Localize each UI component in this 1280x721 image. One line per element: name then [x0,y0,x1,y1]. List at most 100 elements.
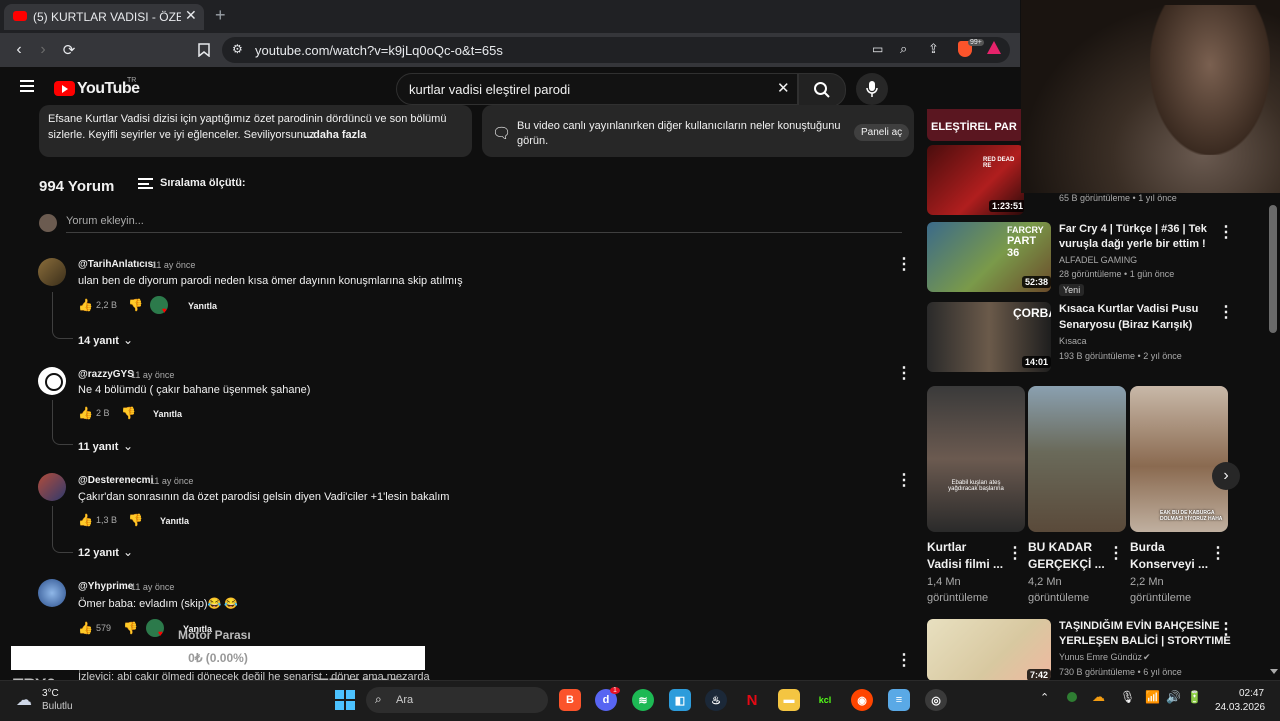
more-options-icon[interactable]: ⋮ [1218,222,1234,242]
video-thumbnail[interactable]: FARCRY PART 36 52:38 [927,222,1051,292]
reload-icon[interactable]: ⟳ [60,40,78,60]
site-settings-icon[interactable]: ⚙ [232,42,243,56]
dislike-icon[interactable]: 👎 [128,298,143,312]
short-title[interactable]: BU KADAR [1028,539,1092,556]
short-thumbnail[interactable]: EAK BU DE KABURGA DOLMASI YİYORUZ HAHA [1130,386,1228,532]
video-title-line-2[interactable]: YERLEŞEN BALİCİ | STORYTIME [1059,634,1231,649]
clock-date[interactable]: 24.03.2026 [1215,702,1265,713]
weather-cloud-icon[interactable]: ☁ [16,690,32,710]
video-title-line-2[interactable]: Senaryosu (Biraz Karışık) [1059,318,1192,333]
video-thumbnail[interactable]: 7:42 [927,619,1051,681]
brave-browser-icon[interactable]: B [559,689,581,711]
wifi-icon[interactable]: 📶 [1145,690,1160,704]
more-options-icon[interactable]: ⋮ [896,470,912,490]
video-channel[interactable]: ALFADEL GAMING [1059,255,1137,265]
description-box[interactable]: Efsane Kurtlar Vadisi dizisi için yaptığ… [39,105,472,157]
share-icon[interactable]: ⇪ [928,41,939,57]
comment-time[interactable]: 11 ay önce [131,370,174,380]
cast-icon[interactable]: ▭ [872,42,883,56]
comment-time[interactable]: 11 ay önce [152,260,195,270]
more-options-icon[interactable]: ⋮ [1218,619,1234,639]
comment-time[interactable]: 11 ay önce [150,476,193,486]
more-options-icon[interactable]: ⋮ [1210,543,1226,563]
tray-mic-icon[interactable]: 🎙 [1120,690,1135,704]
comment-avatar[interactable] [38,579,66,607]
steam-icon[interactable]: ♨ [705,689,727,711]
like-icon[interactable]: 👍 [78,513,93,527]
short-thumbnail[interactable]: Ebabil kuşları ateş yağdıracak başlarına [927,386,1025,532]
file-explorer-icon[interactable]: ▬ [778,689,800,711]
sort-button[interactable]: Sıralama ölçütü: [160,177,246,189]
open-panel-button[interactable]: Paneli aç [854,124,910,141]
tray-app-icon[interactable] [1067,692,1077,702]
shorts-next-button[interactable]: › [1212,462,1240,490]
video-title[interactable]: Kısaca Kurtlar Vadisi Pusu [1059,302,1198,317]
more-options-icon[interactable]: ⋮ [1218,302,1234,322]
app-icon[interactable]: ◧ [669,689,691,711]
search-input[interactable]: kurtlar vadisi eleştirel parodi ✕ [396,73,798,105]
video-thumbnail[interactable]: RED DEAD RE 1:23:51 [927,145,1024,215]
comment-author[interactable]: @TarihAnlatıcısı [78,259,156,270]
more-options-icon[interactable]: ⋮ [1108,543,1124,563]
start-button[interactable] [335,690,355,710]
comment-avatar[interactable] [38,258,66,286]
short-title[interactable]: Kurtlar [927,539,966,556]
reddit-icon[interactable]: ◉ [851,689,873,711]
weather-temp[interactable]: 3°C [42,688,59,699]
spotify-icon[interactable]: ≋ [632,689,654,711]
short-thumbnail[interactable] [1028,386,1126,532]
tray-overflow-icon[interactable]: ⌃ [1040,691,1049,704]
tray-cloud-icon[interactable]: ☁ [1092,689,1105,705]
search-button[interactable] [798,73,846,107]
tab-close-icon[interactable]: ✕ [185,7,197,24]
short-title-line-2[interactable]: Konserveyi ... [1130,556,1208,573]
video-thumbnail[interactable]: ELEŞTİREL PAR [927,109,1024,141]
battery-icon[interactable]: 🔋 [1187,690,1202,704]
video-channel[interactable]: Kısaca [1059,336,1087,346]
volume-icon[interactable]: 🔊 [1166,690,1181,704]
video-channel[interactable]: Yunus Emre Gündüz [1059,652,1142,662]
comment-author[interactable]: @Desterenecmi [78,475,153,486]
page-scrollbar[interactable] [1269,205,1277,333]
reply-button[interactable]: Yanıtla [153,409,182,419]
notepad-icon[interactable]: ≡ [888,689,910,711]
comment-author[interactable]: @Yhyprime [78,581,133,592]
new-tab-button[interactable]: + [215,5,226,26]
reply-button[interactable]: Yanıtla [188,301,217,311]
address-bar[interactable]: ⚙ youtube.com/watch?v=k9jLq0oQc-o&t=65s … [222,37,1010,63]
video-thumbnail[interactable]: ÇORBA 14:01 [927,302,1051,372]
replies-toggle[interactable]: 14 yanıt [78,335,119,347]
video-title[interactable]: Far Cry 4 | Türkçe | #36 | Tek [1059,222,1207,237]
short-title-line-2[interactable]: GERÇEKÇİ ... [1028,556,1105,573]
more-options-icon[interactable]: ⋮ [1007,543,1023,563]
back-icon[interactable]: ‹ [10,40,28,60]
obs-icon[interactable]: ◎ [925,689,947,711]
replies-toggle[interactable]: 11 yanıt [78,441,118,453]
description-more-link[interactable]: ...daha fazla [304,129,366,141]
browser-tab[interactable]: (5) KURTLAR VADISI - ÖZET PARO ✕ [4,4,204,30]
add-comment-input[interactable]: Yorum ekleyin... [66,215,144,227]
taskbar-search[interactable]: ⌕ Ara [366,687,548,713]
chevron-down-icon[interactable]: ⌄ [123,333,133,347]
clear-search-icon[interactable]: ✕ [777,79,790,97]
short-title[interactable]: Burda [1130,539,1165,556]
like-icon[interactable]: 👍 [78,298,93,312]
netflix-icon[interactable]: N [741,689,763,711]
more-options-icon[interactable]: ⋮ [896,254,912,274]
video-title-line-2[interactable]: vuruşla dağı yerle bir ettim ! [1059,237,1206,252]
clock-time[interactable]: 02:47 [1239,688,1264,699]
voice-search-button[interactable] [856,73,888,105]
kick-icon[interactable]: kcl [814,689,836,711]
zoom-icon[interactable]: ⌕ [900,41,907,57]
chevron-down-icon[interactable]: ⌄ [123,545,133,559]
short-title-line-2[interactable]: Vadisi filmi ... [927,556,1003,573]
dislike-icon[interactable]: 👎 [128,513,143,527]
comment-author[interactable]: @razzyGYS [78,369,134,380]
comment-time[interactable]: 11 ay önce [131,582,174,592]
like-icon[interactable]: 👍 [78,406,93,420]
brave-rewards-icon[interactable] [987,41,1001,54]
like-icon[interactable]: 👍 [78,621,93,635]
chevron-down-icon[interactable]: ⌄ [123,439,133,453]
comment-avatar[interactable] [38,473,66,501]
bookmark-icon[interactable] [196,40,212,60]
